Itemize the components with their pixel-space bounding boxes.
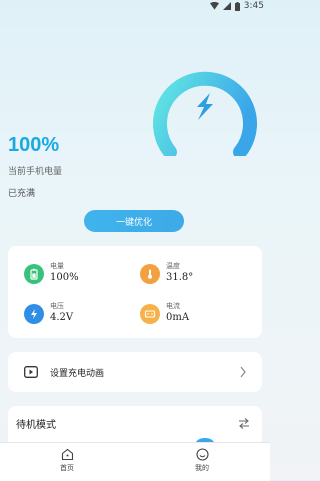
stat-current-value: 0mA: [166, 312, 190, 323]
battery-percent-label: 当前手机电量: [8, 166, 63, 176]
stat-current-label: 电流: [166, 303, 180, 310]
swap-icon[interactable]: [238, 416, 250, 434]
stat-voltage-label: 电压: [50, 303, 64, 310]
stat-temperature: 温度 31.8°: [140, 262, 193, 285]
stat-voltage: 电压 4.2V: [24, 302, 73, 325]
smile-icon: [195, 448, 209, 461]
standby-card: 待机模式: [8, 406, 262, 448]
charging-animation-label: 设置充电动画: [50, 367, 105, 378]
signal-icon: [222, 2, 231, 10]
stat-temperature-label: 温度: [166, 263, 180, 270]
optimize-button[interactable]: 一键优化: [84, 210, 184, 232]
current-icon: [140, 303, 160, 324]
gauge-arc: [153, 71, 257, 156]
bottom-nav: 首页 我的: [0, 442, 270, 481]
battery-level-icon: [24, 263, 44, 284]
nav-home-label: 首页: [60, 465, 74, 472]
gauge-bolt-icon: [197, 93, 213, 120]
play-icon: [24, 366, 38, 378]
standby-title: 待机模式: [16, 420, 56, 431]
charging-animation-row[interactable]: 设置充电动画: [8, 352, 262, 392]
status-bar: 3:45: [0, 0, 270, 14]
status-time: 3:45: [243, 1, 264, 11]
home-icon: [61, 448, 73, 461]
battery-gauge: [153, 71, 257, 156]
charge-status: 已充满: [8, 188, 36, 198]
wifi-icon: [209, 2, 219, 10]
chevron-right-icon: [240, 365, 246, 383]
optimize-button-label: 一键优化: [115, 217, 152, 228]
stat-current: 电流 0mA: [140, 302, 189, 325]
stat-level: 电量 100%: [24, 262, 79, 285]
voltage-bolt-icon: [24, 303, 44, 324]
battery-status-icon: [234, 1, 240, 11]
thermometer-icon: [140, 263, 160, 284]
stat-temperature-value: 31.8°: [166, 272, 194, 283]
stat-voltage-value: 4.2V: [50, 312, 74, 323]
stat-level-value: 100%: [50, 272, 79, 283]
nav-profile-label: 我的: [195, 465, 209, 472]
stat-level-label: 电量: [50, 263, 64, 270]
nav-home[interactable]: 首页: [47, 448, 87, 473]
battery-stats-card: 电量 100% 温度 31.8° 电压 4.2V 电流 0mA: [8, 246, 262, 338]
battery-percent: 100%: [8, 134, 60, 156]
nav-profile[interactable]: 我的: [182, 448, 222, 473]
